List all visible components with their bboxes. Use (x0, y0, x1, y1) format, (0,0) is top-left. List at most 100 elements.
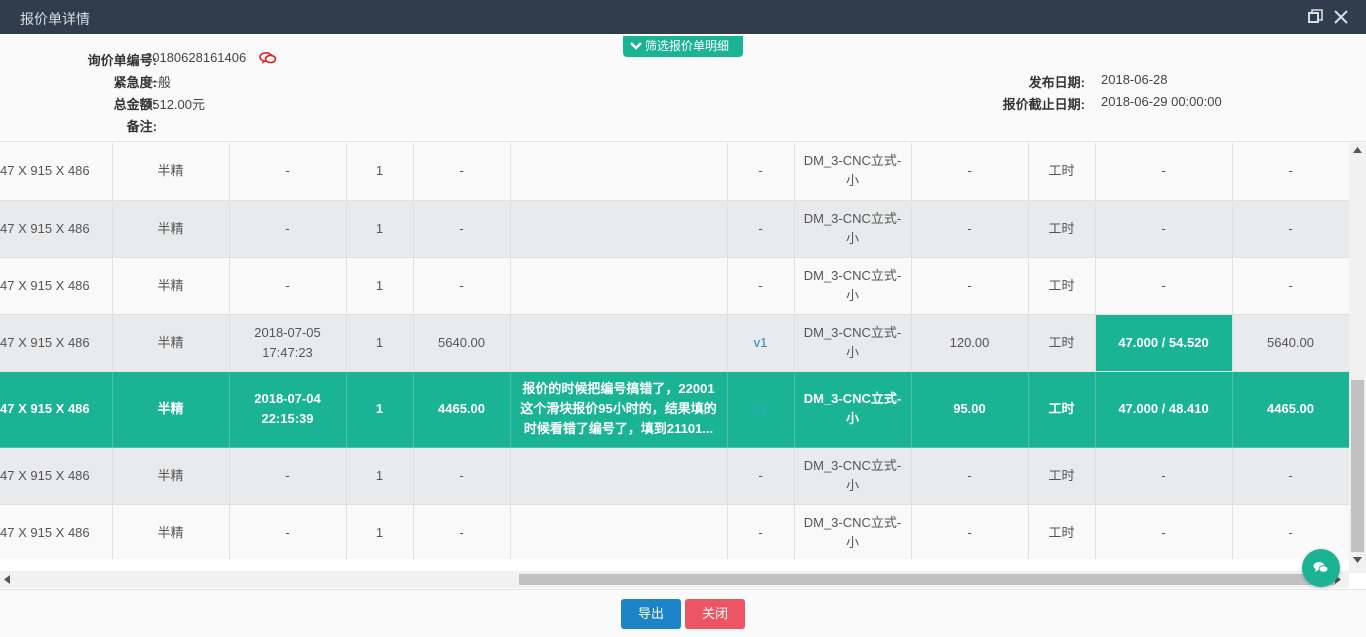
chat-button[interactable] (1302, 549, 1340, 587)
cell-rate: 47.000 / 48.410 (1095, 371, 1233, 448)
cell-price: - (413, 447, 511, 505)
remark-label: 备注: (126, 119, 157, 134)
cell-amount: - (1232, 143, 1349, 201)
cell-note (510, 257, 728, 315)
cell-machine: DM_3-CNC立式-小 (794, 257, 912, 315)
cell-hours: 120.00 (911, 314, 1029, 372)
cell-price: 4465.00 (413, 371, 511, 448)
cell-amount: - (1232, 504, 1349, 559)
cell-machine: DM_3-CNC立式-小 (794, 371, 912, 448)
quote-detail-table[interactable]: 47 X 915 X 486 半精 - 1 - - DM_3-CNC立式-小 -… (0, 143, 1349, 559)
cell-note: 报价的时候把编号搞错了，22001这个滑块报价95小时的，结果填的时候看错了编号… (510, 371, 728, 448)
cell-price: - (413, 504, 511, 559)
urgency-value: 一般 (145, 75, 172, 90)
inquiry-no-label: 询价单编号: (87, 53, 157, 68)
horizontal-scrollbar[interactable] (0, 571, 1349, 588)
table-row[interactable]: 47 X 915 X 486 半精 - 1 - - DM_3-CNC立式-小 -… (0, 257, 1349, 315)
cell-qty: 1 (346, 504, 414, 559)
cell-level: 半精 (112, 257, 230, 315)
publish-date-value: 2018-06-28 (1101, 72, 1168, 87)
cell-machine: DM_3-CNC立式-小 (794, 504, 912, 559)
vertical-scroll-thumb[interactable] (1351, 380, 1364, 552)
cell-price: - (413, 143, 511, 201)
cell-qty: 1 (346, 447, 414, 505)
table-row[interactable]: 47 X 915 X 486 半精 - 1 - - DM_3-CNC立式-小 -… (0, 447, 1349, 505)
window-titlebar: 报价单详情 (0, 0, 1366, 34)
cell-hours: 95.00 (911, 371, 1029, 448)
total-amount-value: 4512.00元 (145, 97, 205, 112)
cell-rate: - (1095, 143, 1233, 201)
publish-date-label: 发布日期: (1028, 75, 1085, 90)
horizontal-scroll-thumb[interactable] (519, 574, 1335, 585)
cell-level: 半精 (112, 314, 230, 372)
cell-hours: - (911, 257, 1029, 315)
deadline-value: 2018-06-29 00:00:00 (1101, 94, 1222, 109)
cell-unit: 工时 (1028, 504, 1096, 559)
cell-unit: 工时 (1028, 200, 1096, 258)
table-row-selected[interactable]: 47 X 915 X 486 半精 2018-07-04 22:15:39 1 … (0, 371, 1349, 448)
cell-time: - (229, 504, 347, 559)
cell-hours: - (911, 447, 1029, 505)
cell-unit: 工时 (1028, 257, 1096, 315)
cell-level: 半精 (112, 447, 230, 505)
filter-detail-label: 筛选报价单明细 (645, 39, 730, 53)
cell-note (510, 504, 728, 559)
restore-icon[interactable] (1305, 7, 1325, 27)
cell-machine: DM_3-CNC立式-小 (794, 143, 912, 201)
dialog-footer: 导出 关闭 (0, 589, 1366, 637)
cell-amount: 5640.00 (1232, 314, 1349, 372)
chevron-down-icon (630, 42, 642, 50)
scroll-down-arrow-icon[interactable] (1353, 557, 1362, 563)
cell-version-link[interactable]: v1 (727, 371, 795, 448)
cell-dims: 47 X 915 X 486 (0, 314, 113, 372)
cell-time: - (229, 143, 347, 201)
cell-version-link[interactable]: v1 (727, 314, 795, 372)
vertical-scrollbar[interactable] (1349, 143, 1366, 573)
scroll-left-arrow-icon[interactable] (4, 575, 10, 584)
table-row[interactable]: 47 X 915 X 486 半精 2018-07-05 17:47:23 1 … (0, 314, 1349, 372)
chat-icon (1313, 562, 1329, 573)
cell-amount: - (1232, 257, 1349, 315)
cell-unit: 工时 (1028, 447, 1096, 505)
cell-amount: 4465.00 (1232, 371, 1349, 448)
cell-version: - (727, 257, 795, 315)
scroll-up-arrow-icon[interactable] (1353, 147, 1362, 153)
export-button[interactable]: 导出 (621, 599, 681, 629)
inquiry-no-value: 20180628161406 (145, 50, 247, 65)
cell-level: 半精 (112, 504, 230, 559)
cell-time: - (229, 257, 347, 315)
cell-unit: 工时 (1028, 314, 1096, 372)
cell-qty: 1 (346, 200, 414, 258)
table-row[interactable]: 47 X 915 X 486 半精 - 1 - - DM_3-CNC立式-小 -… (0, 200, 1349, 258)
cell-machine: DM_3-CNC立式-小 (794, 314, 912, 372)
cell-unit: 工时 (1028, 371, 1096, 448)
cell-rate: - (1095, 257, 1233, 315)
filter-detail-button[interactable]: 筛选报价单明细 (623, 36, 743, 57)
cell-dims: 47 X 915 X 486 (0, 200, 113, 258)
message-icon[interactable] (259, 51, 277, 65)
cell-unit: 工时 (1028, 143, 1096, 201)
cell-time: 2018-07-04 22:15:39 (229, 371, 347, 448)
cell-note (510, 314, 728, 372)
total-amount-label: 总金额: (113, 97, 157, 112)
cell-price: - (413, 200, 511, 258)
cell-amount: - (1232, 447, 1349, 505)
cell-time: 2018-07-05 17:47:23 (229, 314, 347, 372)
table-row[interactable]: 47 X 915 X 486 半精 - 1 - - DM_3-CNC立式-小 -… (0, 143, 1349, 201)
quote-header: 筛选报价单明细 询价单编号: 20180628161406 紧急度: 一般 总金… (0, 36, 1366, 142)
deadline-label: 报价截止日期: (1002, 97, 1085, 112)
cell-time: - (229, 200, 347, 258)
cell-version: - (727, 447, 795, 505)
cell-rate: - (1095, 447, 1233, 505)
cell-version: - (727, 200, 795, 258)
cell-rate: 47.000 / 54.520 (1095, 314, 1233, 372)
close-button[interactable]: 关闭 (685, 599, 745, 629)
cell-note (510, 143, 728, 201)
close-icon[interactable] (1331, 7, 1351, 27)
cell-qty: 1 (346, 143, 414, 201)
cell-price: - (413, 257, 511, 315)
cell-rate: - (1095, 504, 1233, 559)
cell-qty: 1 (346, 257, 414, 315)
table-row[interactable]: 47 X 915 X 486 半精 - 1 - - DM_3-CNC立式-小 -… (0, 504, 1349, 559)
cell-dims: 47 X 915 X 486 (0, 447, 113, 505)
